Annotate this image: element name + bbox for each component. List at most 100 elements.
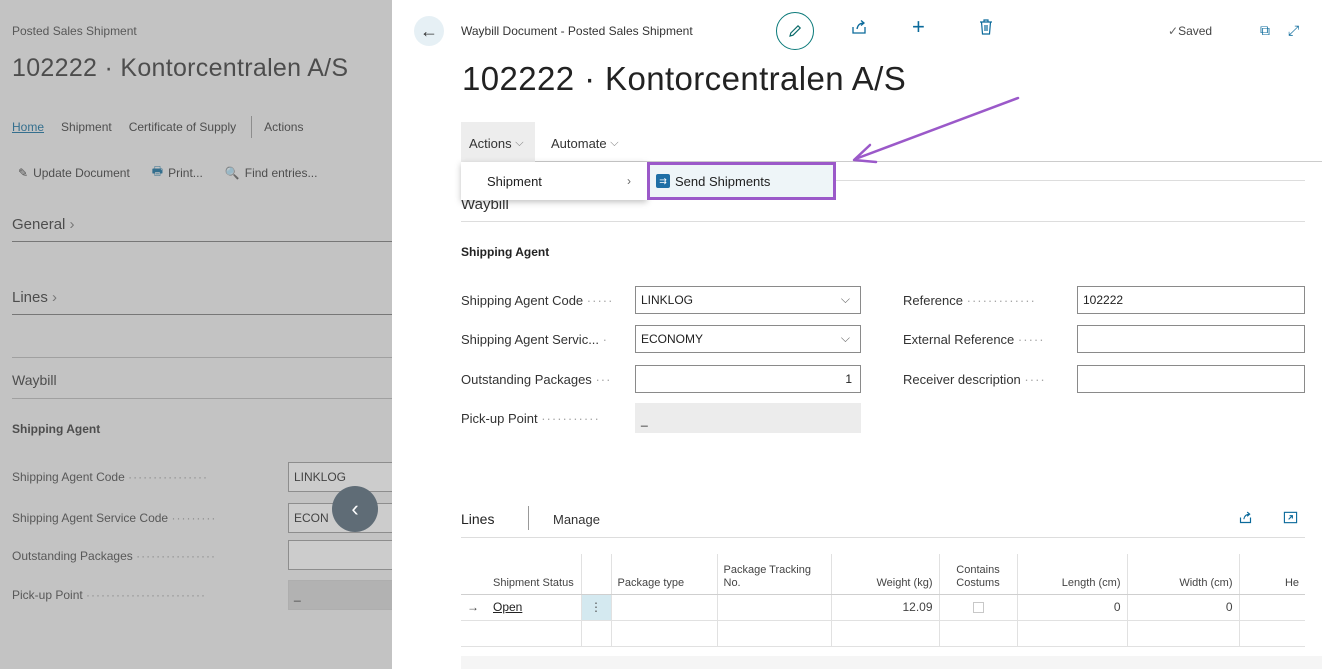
lines-separator <box>528 506 529 530</box>
menu-automate[interactable]: Automate ⌵ <box>543 122 627 164</box>
bg-page-caption: Posted Sales Shipment <box>12 24 137 38</box>
shipping-agent-service-select[interactable]: ECONOMY ⌵ <box>635 325 861 353</box>
cell-shipment-status[interactable]: Open <box>487 594 582 621</box>
col-weight-kg[interactable]: Weight (kg) <box>831 554 940 595</box>
contains-costums-checkbox[interactable] <box>972 602 984 614</box>
bg-tabs: Home Shipment Certificate of Supply Acti… <box>12 116 320 138</box>
bg-print-button[interactable]: 🖶 Print... <box>152 162 203 183</box>
bg-action-bar: ✎ Update Document 🖶 Print... 🔍 Find entr… <box>18 162 339 183</box>
cell-empty[interactable] <box>1127 620 1240 647</box>
cell-empty[interactable] <box>831 620 940 647</box>
bg-divider <box>12 357 392 358</box>
collapse-panel-button[interactable]: ‹ <box>332 486 378 532</box>
col-height-truncated[interactable]: He <box>1239 554 1305 595</box>
lines-manage-menu[interactable]: Manage <box>553 512 600 527</box>
cell-empty[interactable] <box>611 620 718 647</box>
lines-share-button[interactable] <box>1238 510 1253 529</box>
external-reference-input[interactable] <box>1077 325 1305 353</box>
cell-empty[interactable] <box>1017 620 1128 647</box>
pick-up-point-field: _ <box>635 403 861 433</box>
bg-shipping-agent-header: Shipping Agent <box>12 422 101 436</box>
table-row[interactable]: → Open ⋮ 12.09 0 0 <box>461 594 1305 621</box>
page-title: 102222 · Kontorcentralen A/S <box>462 60 907 97</box>
card-caption: Waybill Document - Posted Sales Shipment <box>461 24 693 38</box>
share-icon <box>852 20 866 34</box>
shipping-agent-code-select[interactable]: LINKLOG ⌵ <box>635 286 861 314</box>
col-length-cm[interactable]: Length (cm) <box>1017 554 1128 595</box>
bg-tab-home[interactable]: Home <box>12 120 44 138</box>
bg-divider <box>12 241 392 242</box>
bg-page-title: 102222 · Kontorcentralen A/S <box>12 54 349 82</box>
label-receiver-description: Receiver description ···· <box>903 372 1046 387</box>
submenu-send-shipments[interactable]: ⇉ Send Shipments <box>647 162 836 200</box>
cell-contains-costums[interactable] <box>939 594 1018 621</box>
cell-empty[interactable] <box>717 620 832 647</box>
bg-divider <box>12 398 392 399</box>
bg-section-general[interactable]: General › <box>12 216 75 233</box>
table-row[interactable] <box>461 620 1305 647</box>
cell-empty[interactable] <box>1239 620 1305 647</box>
back-button[interactable]: ← <box>414 16 444 46</box>
bg-field-shipping-agent-code[interactable]: LINKLOG <box>288 462 392 492</box>
chevron-down-icon: ⌵ <box>840 331 850 345</box>
menu-actions[interactable]: Actions ⌵ <box>461 122 535 164</box>
cell-package-type[interactable] <box>611 594 718 621</box>
bg-tab-separator <box>251 116 253 138</box>
expand-button[interactable]: ⤢ <box>1288 22 1299 39</box>
bg-section-lines[interactable]: Lines › <box>12 289 57 306</box>
receiver-description-input[interactable] <box>1077 365 1305 393</box>
outstanding-packages-input[interactable]: 1 <box>635 365 861 393</box>
col-shipment-status[interactable]: Shipment Status <box>487 554 582 595</box>
chevron-left-icon: ‹ <box>351 496 359 521</box>
table-footer-band <box>461 656 1322 669</box>
cell-weight[interactable]: 12.09 <box>831 594 940 621</box>
col-package-tracking-no[interactable]: Package Tracking No. <box>717 554 832 595</box>
cell-empty[interactable] <box>487 620 582 647</box>
row-indicator <box>461 620 487 647</box>
cell-empty[interactable] <box>939 620 1018 647</box>
open-in-new-icon: ⧉ <box>1260 22 1270 38</box>
lines-table: Shipment Status Package type Package Tra… <box>461 554 1305 647</box>
col-contains-costums[interactable]: Contains Costums <box>939 554 1018 595</box>
chevron-down-icon: ⌵ <box>840 292 850 306</box>
bg-field-outstanding-packages[interactable] <box>288 540 392 570</box>
label-shipping-agent-service: Shipping Agent Servic... · <box>461 332 608 347</box>
reference-input[interactable]: 102222 <box>1077 286 1305 314</box>
col-package-type[interactable]: Package type <box>611 554 718 595</box>
cell-width[interactable]: 0 <box>1127 594 1240 621</box>
pencil-icon <box>789 24 802 37</box>
background-page: Posted Sales Shipment 102222 · Kontorcen… <box>0 0 392 669</box>
divider <box>461 221 1305 222</box>
share-button[interactable] <box>850 18 868 41</box>
bg-label-shipping-agent-code: Shipping Agent Code ················ <box>12 470 209 484</box>
cell-height[interactable] <box>1239 594 1305 621</box>
lines-expand-button[interactable] <box>1283 510 1298 529</box>
bg-tab-certificate-of-supply[interactable]: Certificate of Supply <box>129 120 236 138</box>
cell-length[interactable]: 0 <box>1017 594 1128 621</box>
status-link[interactable]: Open <box>493 600 522 614</box>
label-outstanding-packages: Outstanding Packages ··· <box>461 372 612 387</box>
bg-tab-shipment[interactable]: Shipment <box>61 120 112 138</box>
cell-tracking-no[interactable] <box>717 594 832 621</box>
bg-section-waybill: Waybill <box>12 372 57 388</box>
new-button[interactable]: + <box>912 14 925 40</box>
plus-icon: + <box>912 14 925 39</box>
chevron-down-icon: ⌵ <box>610 136 619 149</box>
bg-update-document-button[interactable]: ✎ Update Document <box>18 162 130 183</box>
actions-dropdown: Shipment › <box>461 162 647 200</box>
trash-icon <box>980 19 992 35</box>
row-indicator: → <box>461 594 487 621</box>
bg-label-shipping-agent-service-code: Shipping Agent Service Code ········· <box>12 511 217 525</box>
lines-title[interactable]: Lines <box>461 511 494 527</box>
cell-empty[interactable] <box>581 620 612 647</box>
bg-find-entries-button[interactable]: 🔍 Find entries... <box>225 162 318 183</box>
row-menu-button[interactable]: ⋮ <box>581 594 612 621</box>
col-width-cm[interactable]: Width (cm) <box>1127 554 1240 595</box>
open-new-window-button[interactable]: ⧉ <box>1260 22 1270 39</box>
edit-button[interactable] <box>776 12 814 50</box>
label-external-reference: External Reference ····· <box>903 332 1045 347</box>
dropdown-item-shipment[interactable]: Shipment <box>487 174 542 189</box>
delete-button[interactable] <box>978 18 994 41</box>
bg-tab-actions[interactable]: Actions <box>264 120 303 138</box>
expand-icon: ⤢ <box>1288 22 1300 38</box>
